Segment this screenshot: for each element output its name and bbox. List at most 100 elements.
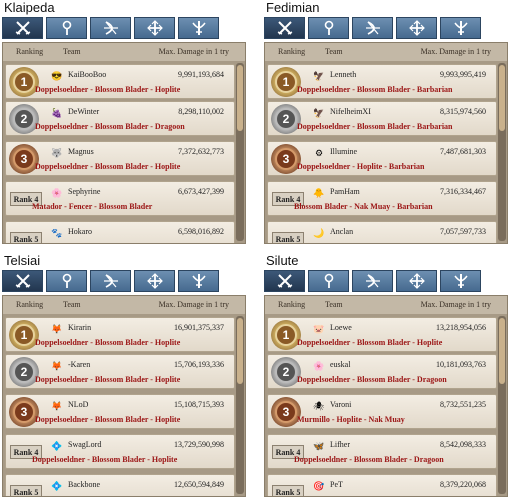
- max-damage: 6,598,016,892: [178, 227, 224, 236]
- ranking-row[interactable]: 3 🕷 Varoni 8,732,551,235 Murmillo - Hoplite …: [267, 394, 497, 429]
- max-damage: 7,487,681,303: [440, 147, 486, 156]
- team-emblem-icon: 🕷: [313, 401, 325, 411]
- class-combo: Blossom Blader - Nak Muay - Barbarian: [294, 202, 433, 211]
- ranking-row[interactable]: 1 😎 KaiBooBoo 9,991,193,684 Doppelsoeldner -…: [5, 64, 235, 99]
- team-emblem-icon: 🐾: [51, 228, 63, 238]
- scrollbar-thumb[interactable]: [499, 65, 505, 131]
- ranking-row[interactable]: Rank 5🐾Hokaro6,598,016,892Fencer - Nak M…: [5, 221, 235, 243]
- max-damage: 15,706,193,336: [174, 360, 224, 369]
- tab-bow[interactable]: [352, 17, 393, 39]
- team-name: Magnus: [68, 147, 94, 156]
- scrollbar-thumb[interactable]: [237, 318, 243, 384]
- ranking-list: Ranking Team Max. Damage in 1 try 1 😎 KaiBooB…: [2, 42, 246, 244]
- bow-icon: [364, 273, 382, 289]
- ranking-row[interactable]: Rank 5🎯PeT8,379,220,068Doppelsoeldner - …: [267, 474, 497, 496]
- winged-sword-icon: [452, 20, 470, 36]
- team-emblem-icon: 🎯: [313, 481, 325, 491]
- rank-number: 1: [275, 71, 297, 93]
- spiral-staff-icon: [58, 20, 76, 36]
- scrollbar[interactable]: [498, 316, 506, 494]
- max-damage: 9,993,995,419: [440, 70, 486, 79]
- tab-crosshair[interactable]: [396, 270, 437, 292]
- ranking-row[interactable]: Rank 5🌙Anclan7,057,597,733Dragoon - Hopl…: [267, 221, 497, 243]
- max-damage: 15,108,715,393: [174, 400, 224, 409]
- ranking-row[interactable]: 2 🦅 NifelheimXI 8,315,974,560 Doppelsoeldner…: [267, 101, 497, 136]
- scrollbar-thumb[interactable]: [499, 318, 505, 384]
- tab-spiral-staff[interactable]: [308, 270, 349, 292]
- scrollbar-thumb[interactable]: [237, 65, 243, 131]
- max-damage: 16,901,375,337: [174, 323, 224, 332]
- ranking-row[interactable]: 1 🦊 Kirarin 16,901,375,337 Doppelsoeldner - …: [5, 317, 235, 352]
- crossed-swords-icon: [14, 20, 32, 36]
- team-emblem-icon: 🌙: [313, 228, 325, 238]
- tab-bow[interactable]: [90, 17, 131, 39]
- ranking-panel: Klaipeda Ranking Team Max. Damage in 1 try 1…: [2, 0, 246, 244]
- column-header-ranking: Ranking: [278, 47, 306, 56]
- ranking-row[interactable]: Rank 5💠Backbone12,650,594,849Doppelsoeld…: [5, 474, 235, 496]
- tab-crosshair[interactable]: [396, 17, 437, 39]
- scrollbar[interactable]: [236, 316, 244, 494]
- tab-crosshair[interactable]: [134, 17, 175, 39]
- ranking-row[interactable]: 2 🦊 -Karen 15,706,193,336 Doppelsoeldner - B…: [5, 354, 235, 389]
- panel-title: Silute: [266, 253, 299, 268]
- ranking-row[interactable]: Rank 4 🦋 Lifher 8,542,098,333 Doppelsoeldner…: [267, 434, 497, 469]
- team-name: Kirarin: [68, 323, 92, 332]
- max-damage: 6,673,427,399: [178, 187, 224, 196]
- class-combo: Doppelsoeldner - Hoplite - Barbarian: [297, 162, 425, 171]
- ranking-row[interactable]: 1 🐷 Loewe 13,218,954,056 Doppelsoeldner - Bl…: [267, 317, 497, 352]
- tab-crossed-swords[interactable]: [2, 270, 43, 292]
- ranking-row[interactable]: Rank 4 💠 SwagLord 13,729,590,998 Doppelsoeld…: [5, 434, 235, 469]
- tab-winged-sword[interactable]: [440, 17, 481, 39]
- ranking-row[interactable]: Rank 4 🌸 Sephyrine 6,673,427,399 Matador - F…: [5, 181, 235, 216]
- column-header-damage: Max. Damage in 1 try: [158, 300, 229, 309]
- ranking-row[interactable]: Rank 4 🐥 PamHam 7,316,334,467 Blossom Blader…: [267, 181, 497, 216]
- panel-title: Klaipeda: [4, 0, 55, 15]
- ranking-row[interactable]: 3 🦊 NLoD 15,108,715,393 Doppelsoeldner - Blo…: [5, 394, 235, 429]
- tab-bow[interactable]: [352, 270, 393, 292]
- crosshair-icon: [408, 273, 426, 289]
- class-combo: Doppelsoeldner - Blossom Blader - Hoplit…: [35, 162, 181, 171]
- scrollbar[interactable]: [236, 63, 244, 241]
- max-damage: 7,057,597,733: [440, 227, 486, 236]
- ranking-row[interactable]: 3 ⚙ Illumine 7,487,681,303 Doppelsoeldner - …: [267, 141, 497, 176]
- ranking-row[interactable]: 1 🦅 Lenneth 9,993,995,419 Doppelsoeldner - B…: [267, 64, 497, 99]
- team-emblem-icon: 🦊: [51, 401, 63, 411]
- tab-crossed-swords[interactable]: [264, 17, 305, 39]
- max-damage: 13,729,590,998: [174, 440, 224, 449]
- class-tabs: [264, 17, 481, 41]
- column-header-damage: Max. Damage in 1 try: [420, 47, 491, 56]
- crossed-swords-icon: [276, 20, 294, 36]
- crossed-swords-icon: [14, 273, 32, 289]
- class-combo: Doppelsoeldner - Blossom Blader - Dragoo…: [32, 495, 182, 496]
- team-name: Lifher: [330, 440, 350, 449]
- rank-number: 1: [275, 324, 297, 346]
- team-name: KaiBooBoo: [68, 70, 107, 79]
- tab-winged-sword[interactable]: [178, 270, 219, 292]
- class-combo: Doppelsoeldner - Blossom Blader - Dragoo…: [297, 375, 447, 384]
- ranking-row[interactable]: 2 🍇 DeWinter 8,298,110,002 Doppelsoeldner - …: [5, 101, 235, 136]
- tab-winged-sword[interactable]: [440, 270, 481, 292]
- tab-crossed-swords[interactable]: [2, 17, 43, 39]
- scrollbar[interactable]: [498, 63, 506, 241]
- tab-crosshair[interactable]: [134, 270, 175, 292]
- tab-spiral-staff[interactable]: [46, 270, 87, 292]
- tab-winged-sword[interactable]: [178, 17, 219, 39]
- tab-crossed-swords[interactable]: [264, 270, 305, 292]
- team-name: Illumine: [330, 147, 358, 156]
- max-damage: 12,650,594,849: [174, 480, 224, 489]
- ranking-row[interactable]: 3 🐺 Magnus 7,372,632,773 Doppelsoeldner - Bl…: [5, 141, 235, 176]
- team-emblem-icon: 🍇: [51, 108, 63, 118]
- ranking-list: Ranking Team Max. Damage in 1 try 1 🐷 Loewe 13…: [264, 295, 508, 497]
- tab-spiral-staff[interactable]: [308, 17, 349, 39]
- team-name: Hokaro: [68, 227, 92, 236]
- ranking-row[interactable]: 2 🌸 euskal 10,181,093,763 Doppelsoeldner - B…: [267, 354, 497, 389]
- team-name: Sephyrine: [68, 187, 101, 196]
- tab-spiral-staff[interactable]: [46, 17, 87, 39]
- class-combo: Dragoon - Hoplite - Cataphract: [294, 242, 402, 243]
- crosshair-icon: [146, 20, 164, 36]
- class-combo: Doppelsoeldner - Blossom Blader - Hoplit…: [35, 85, 181, 94]
- tab-bow[interactable]: [90, 270, 131, 292]
- team-emblem-icon: 😎: [51, 71, 63, 81]
- list-header: Ranking Team Max. Damage in 1 try: [265, 296, 507, 314]
- ranking-panel: Fedimian Ranking Team Max. Damage in 1 try 1…: [264, 0, 508, 244]
